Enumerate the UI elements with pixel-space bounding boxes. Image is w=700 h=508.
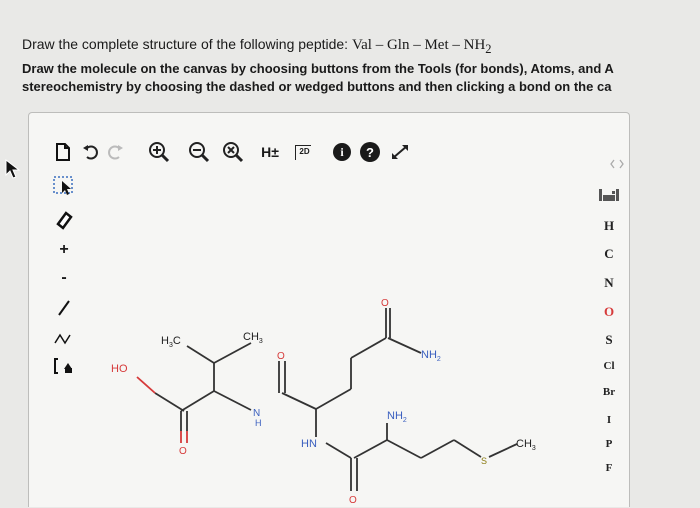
bond — [387, 337, 422, 354]
question-line-1: Draw the complete structure of the follo… — [22, 36, 492, 57]
bond — [353, 439, 388, 459]
drawing-canvas[interactable]: H3C CH3 HO O O N H O NH2 HN NH2 O S CH3 — [29, 113, 629, 508]
ch3-methyl-label: CH3 — [243, 331, 263, 345]
molecule-editor: H± 2D i ? + - H C N O S Cl Br I P F H3C … — [28, 112, 630, 507]
bond — [213, 342, 252, 364]
question-prefix: Draw the complete structure of the follo… — [22, 36, 352, 52]
bond — [386, 439, 422, 459]
hydroxyl-label: HO — [111, 363, 128, 375]
bond — [281, 392, 317, 410]
bond — [488, 443, 518, 458]
bond — [213, 390, 252, 411]
bond — [186, 345, 215, 364]
bond — [154, 392, 185, 412]
h3c-methyl-label: H3C — [161, 335, 181, 349]
bond — [136, 376, 156, 394]
side-chain-nh2-label: NH2 — [421, 349, 441, 363]
carbonyl-oxygen-1: O — [179, 446, 187, 457]
mouse-cursor-icon — [5, 158, 21, 179]
bond — [420, 439, 455, 459]
carbonyl-oxygen-4: O — [349, 495, 357, 506]
carbonyl-oxygen-2: O — [277, 351, 285, 362]
oxygen-bonds — [136, 376, 188, 443]
peptide-formula: Val – Gln – Met – NH2 — [351, 37, 492, 56]
bond — [453, 439, 482, 458]
question-instructions: Draw the molecule on the canvas by choos… — [22, 60, 614, 96]
hn-label: HN — [301, 438, 317, 450]
bond — [325, 442, 352, 459]
instruction-line-2: stereochemistry by choosing the dashed o… — [22, 79, 612, 94]
bond — [315, 388, 352, 410]
instruction-line-1: Draw the molecule on the canvas by choos… — [22, 61, 614, 76]
bond-network — [180, 308, 518, 491]
bond — [180, 390, 215, 412]
amide-h-label: H — [255, 418, 262, 428]
bond — [350, 337, 387, 359]
terminal-nh2-label: NH2 — [387, 410, 407, 424]
met-ch3-label: CH3 — [516, 438, 536, 452]
sulfur-label: S — [481, 456, 487, 466]
atom-labels: H3C CH3 HO O O N H O NH2 HN NH2 O S CH3 — [111, 298, 536, 506]
carbonyl-oxygen-3: O — [381, 298, 389, 309]
